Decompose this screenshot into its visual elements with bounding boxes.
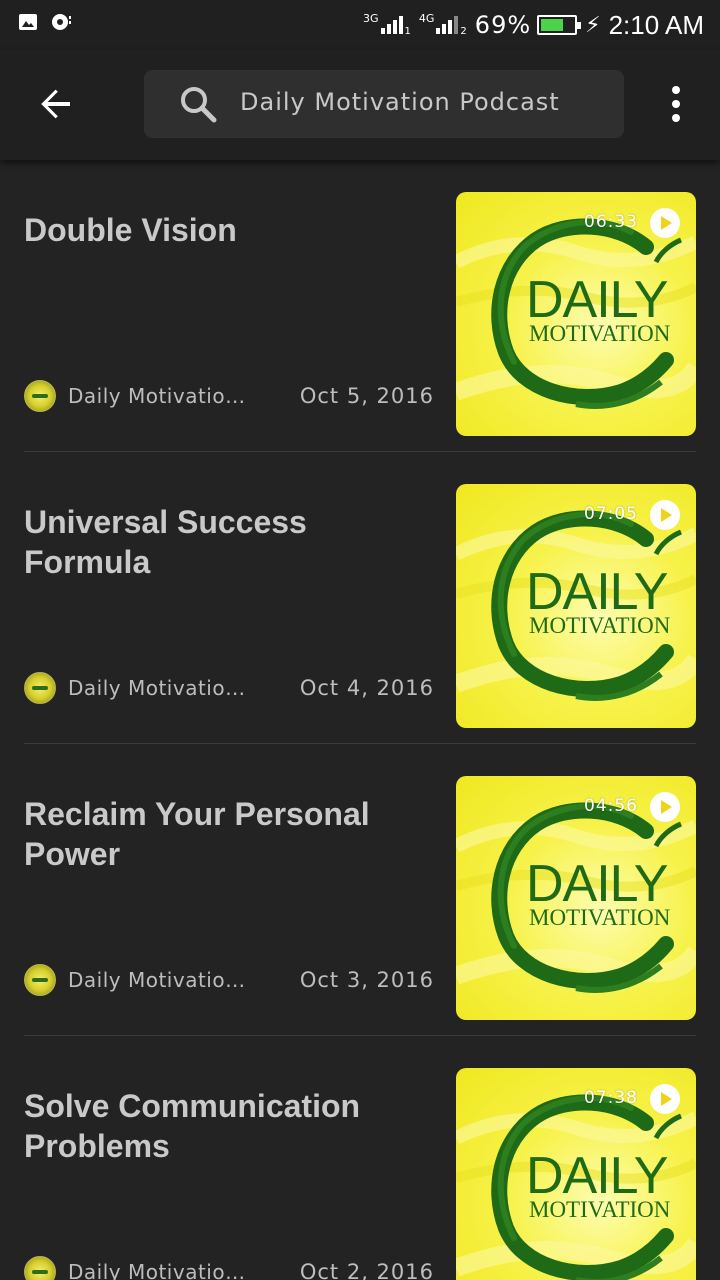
- play-icon[interactable]: [650, 792, 680, 822]
- search-query-text: Daily Motivation Podcast: [240, 88, 560, 116]
- image-notification-icon: [19, 14, 37, 30]
- podcast-name: Daily Motivatio…: [68, 384, 246, 408]
- sync-notification-icon: [52, 14, 71, 30]
- episode-date: Oct 2, 2016: [299, 1260, 434, 1280]
- back-button[interactable]: [26, 74, 86, 134]
- episode-meta: Daily Motivatio… Oct 4, 2016: [24, 672, 434, 704]
- episode-date: Oct 3, 2016: [299, 968, 434, 992]
- network-type-1: 3G: [362, 11, 379, 25]
- signal-2-icon: [436, 16, 459, 34]
- episode-meta: Daily Motivatio… Oct 2, 2016: [24, 1256, 434, 1280]
- status-bar: 3G 1 4G 2 69% ⚡︎ 2:10 AM: [0, 0, 720, 50]
- play-icon[interactable]: [650, 500, 680, 530]
- logo-text-daily: DAILY: [526, 563, 668, 621]
- network-type-2: 4G: [418, 11, 435, 25]
- logo-text-motivation: MOTIVATION: [529, 321, 671, 346]
- episode-title: Universal Success Formula: [24, 504, 307, 580]
- episode-list-item[interactable]: Universal Success Formula Daily Motivati…: [0, 452, 720, 744]
- sim-1-label: 1: [404, 25, 411, 37]
- podcast-name: Daily Motivatio…: [68, 1260, 246, 1280]
- episode-date: Oct 5, 2016: [299, 384, 434, 408]
- podcast-name: Daily Motivatio…: [68, 968, 246, 992]
- episode-list-item[interactable]: Double Vision Daily Motivatio… Oct 5, 20…: [0, 160, 720, 452]
- notification-icons: [18, 12, 74, 32]
- episode-title: Double Vision: [24, 212, 237, 248]
- search-field[interactable]: Daily Motivation Podcast: [144, 70, 624, 138]
- episode-meta: Daily Motivatio… Oct 5, 2016: [24, 380, 434, 412]
- episode-duration: 07:38: [584, 1088, 638, 1108]
- search-icon: [181, 87, 217, 123]
- status-icons: 3G 1 4G 2 69% ⚡︎ 2:10 AM: [363, 6, 704, 44]
- episode-thumbnail[interactable]: DAILY MOTIVATION 04:56: [456, 776, 696, 1020]
- podcast-avatar: [24, 672, 56, 704]
- episode-duration: 04:56: [584, 796, 638, 816]
- logo-text-motivation: MOTIVATION: [529, 613, 671, 638]
- more-vert-icon-dot: [672, 114, 680, 122]
- battery-percent: 69%: [474, 11, 532, 39]
- episode-title: Reclaim Your Personal Power: [24, 796, 370, 872]
- battery-fill: [541, 19, 564, 31]
- play-icon[interactable]: [650, 208, 680, 238]
- episode-thumbnail[interactable]: DAILY MOTIVATION 07:05: [456, 484, 696, 728]
- episode-list-item[interactable]: Reclaim Your Personal Power Daily Motiva…: [0, 744, 720, 1036]
- status-clock: 2:10 AM: [608, 9, 704, 40]
- episode-list: Double Vision Daily Motivatio… Oct 5, 20…: [0, 160, 720, 1280]
- back-arrow-icon: [41, 89, 70, 119]
- episode-list-item[interactable]: Solve Communication Problems Daily Motiv…: [0, 1036, 720, 1280]
- logo-text-daily: DAILY: [526, 855, 668, 913]
- podcast-name: Daily Motivatio…: [68, 676, 246, 700]
- episode-thumbnail[interactable]: DAILY MOTIVATION 06:33: [456, 192, 696, 436]
- logo-text-daily: DAILY: [526, 271, 668, 329]
- episode-meta: Daily Motivatio… Oct 3, 2016: [24, 964, 434, 996]
- podcast-avatar: [24, 380, 56, 412]
- logo-text-motivation: MOTIVATION: [529, 1197, 671, 1222]
- signal-1-icon: [380, 16, 403, 34]
- logo-text-daily: DAILY: [526, 1147, 668, 1205]
- more-vert-icon-dot: [672, 86, 680, 94]
- more-vert-icon-dot: [672, 100, 680, 108]
- battery-icon: [537, 15, 582, 35]
- charging-icon: ⚡︎: [585, 12, 601, 38]
- more-options-button[interactable]: [652, 76, 700, 132]
- logo-text-motivation: MOTIVATION: [529, 905, 671, 930]
- episode-thumbnail[interactable]: DAILY MOTIVATION 07:38: [456, 1068, 696, 1280]
- podcast-avatar: [24, 1256, 56, 1280]
- episode-duration: 07:05: [584, 504, 638, 524]
- podcast-avatar: [24, 964, 56, 996]
- episode-title: Solve Communication Problems: [24, 1088, 361, 1164]
- episode-date: Oct 4, 2016: [299, 676, 434, 700]
- episode-duration: 06:33: [584, 212, 638, 232]
- app-bar: Daily Motivation Podcast: [0, 50, 720, 160]
- play-icon[interactable]: [650, 1084, 680, 1114]
- sim-2-label: 2: [460, 25, 467, 37]
